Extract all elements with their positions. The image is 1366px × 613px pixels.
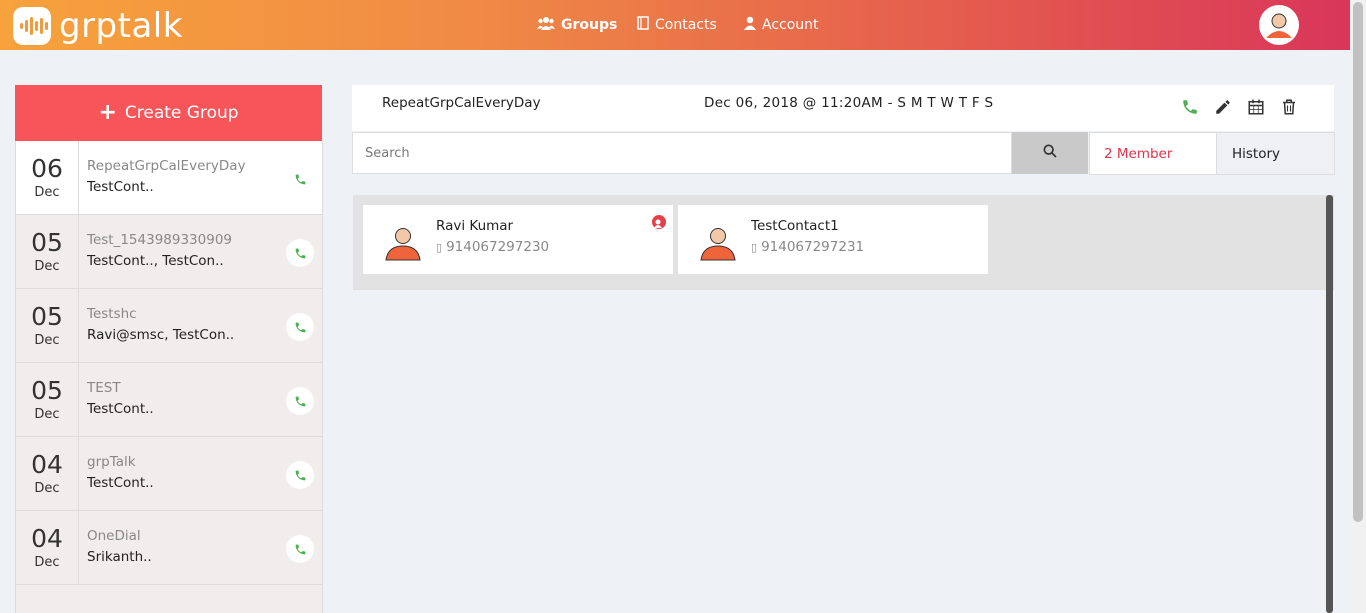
phone-icon[interactable] <box>286 387 314 415</box>
group-title: RepeatGrpCalEveryDay <box>382 95 541 111</box>
nav-groups[interactable]: Groups <box>537 0 617 50</box>
group-actions <box>1179 96 1300 118</box>
phone-icon[interactable] <box>286 461 314 489</box>
group-month: Dec <box>34 259 60 274</box>
group-day: 04 <box>31 450 63 479</box>
group-day: 05 <box>31 228 63 257</box>
top-navbar: grptalk Groups Contacts Account <box>0 0 1350 50</box>
group-item[interactable]: 05 Dec TEST TestCont.. <box>16 363 322 437</box>
member-name: Ravi Kumar <box>436 218 514 234</box>
profile-avatar[interactable] <box>1259 5 1299 45</box>
logo-icon <box>13 7 51 45</box>
group-schedule: Dec 06, 2018 @ 11:20AM - S M T W T F S <box>704 95 994 111</box>
member-name: TestContact1 <box>751 218 839 234</box>
group-date: 04 Dec <box>16 437 79 510</box>
group-date: 05 Dec <box>16 289 79 362</box>
group-members: TestCont.. <box>87 179 154 195</box>
phone-icon[interactable] <box>1179 96 1201 118</box>
group-date: 05 Dec <box>16 215 79 288</box>
create-group-button[interactable]: + Create Group <box>15 85 322 141</box>
member-phone: ▯ 914067297230 <box>436 239 549 255</box>
group-detail-header: RepeatGrpCalEveryDay Dec 06, 2018 @ 11:2… <box>352 85 1334 131</box>
book-icon <box>637 16 649 34</box>
member-card[interactable]: Ravi Kumar ▯ 914067297230 <box>363 205 673 274</box>
plus-icon: + <box>98 100 117 125</box>
nav-contacts[interactable]: Contacts <box>637 0 717 50</box>
group-members: TestCont.., TestCon.. <box>87 253 224 269</box>
group-item[interactable]: 05 Dec Test_1543989330909 TestCont.., Te… <box>16 215 322 289</box>
group-month: Dec <box>34 555 60 570</box>
group-month: Dec <box>34 407 60 422</box>
user-icon <box>744 16 756 34</box>
group-month: Dec <box>34 185 60 200</box>
phone-icon[interactable] <box>286 165 314 193</box>
group-date: 05 Dec <box>16 363 79 436</box>
calendar-icon[interactable] <box>1245 96 1267 118</box>
group-name: grpTalk <box>87 454 136 470</box>
grptalk-logo[interactable]: grptalk <box>13 6 183 46</box>
group-item[interactable]: 06 Dec RepeatGrpCalEveryDay TestCont.. <box>16 141 322 215</box>
group-day: 06 <box>31 154 63 183</box>
group-day: 05 <box>31 302 63 331</box>
group-name: RepeatGrpCalEveryDay <box>87 158 246 174</box>
member-search-row: 2 Member History <box>352 132 1335 175</box>
group-item[interactable]: 05 Dec Testshc Ravi@smsc, TestCon.. <box>16 289 322 363</box>
group-name: TEST <box>87 380 121 396</box>
logo-text: grptalk <box>59 6 183 46</box>
group-item[interactable]: 04 Dec grpTalk TestCont.. <box>16 437 322 511</box>
mobile-icon: ▯ <box>436 241 443 254</box>
group-day: 05 <box>31 376 63 405</box>
group-members: TestCont.. <box>87 475 154 491</box>
group-members: Srikanth.. <box>87 549 152 565</box>
phone-icon[interactable] <box>286 313 314 341</box>
group-date: 06 Dec <box>16 141 79 214</box>
page-scrollbar[interactable] <box>1350 0 1366 613</box>
group-members: Ravi@smsc, TestCon.. <box>87 327 235 343</box>
users-icon <box>537 16 555 34</box>
create-group-label: Create Group <box>124 103 239 123</box>
mobile-icon: ▯ <box>751 241 758 254</box>
nav-account[interactable]: Account <box>744 0 819 50</box>
member-phone-number: 914067297230 <box>446 239 550 255</box>
admin-badge-icon <box>652 215 666 229</box>
member-phone-number: 914067297231 <box>761 239 865 255</box>
group-date: 04 Dec <box>16 511 79 584</box>
avatar <box>383 222 423 262</box>
avatar <box>698 222 738 262</box>
nav-groups-label: Groups <box>561 17 618 33</box>
members-area: Ravi Kumar ▯ 914067297230 TestContact1 ▯ 9… <box>353 195 1334 290</box>
nav-contacts-label: Contacts <box>655 17 717 33</box>
page-scrollbar-thumb[interactable] <box>1353 2 1363 522</box>
tab-history[interactable]: History <box>1217 132 1335 175</box>
search-icon <box>1042 143 1058 163</box>
group-day: 04 <box>31 524 63 553</box>
group-month: Dec <box>34 481 60 496</box>
group-list: 06 Dec RepeatGrpCalEveryDay TestCont.. 0… <box>15 141 323 613</box>
group-month: Dec <box>34 333 60 348</box>
group-name: Testshc <box>87 306 137 322</box>
search-input[interactable] <box>352 132 1012 174</box>
trash-icon[interactable] <box>1278 96 1300 118</box>
pencil-icon[interactable] <box>1212 96 1234 118</box>
member-phone: ▯ 914067297231 <box>751 239 864 255</box>
tab-members[interactable]: 2 Member <box>1089 132 1217 175</box>
search-button[interactable] <box>1012 132 1088 174</box>
phone-icon[interactable] <box>286 239 314 267</box>
nav-account-label: Account <box>762 17 819 33</box>
group-item[interactable]: 04 Dec OneDial Srikanth.. <box>16 511 322 585</box>
group-members: TestCont.. <box>87 401 154 417</box>
group-name: Test_1543989330909 <box>87 232 232 248</box>
member-card[interactable]: TestContact1 ▯ 914067297231 <box>678 205 988 274</box>
group-name: OneDial <box>87 528 141 544</box>
content-scrollbar[interactable] <box>1326 195 1333 613</box>
phone-icon[interactable] <box>286 535 314 563</box>
